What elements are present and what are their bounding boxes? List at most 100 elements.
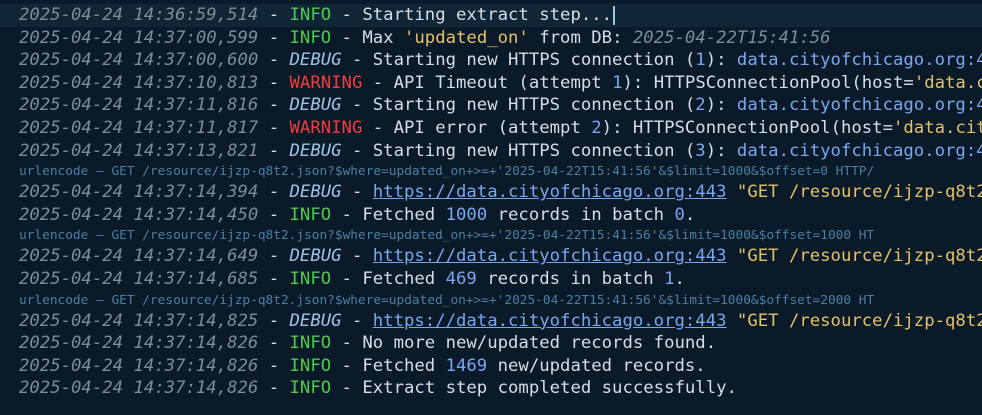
number-token: 3: [695, 140, 706, 161]
log-timestamp: 2025-04-24 14:37:11,817: [19, 117, 259, 138]
log-level: DEBUG: [289, 95, 342, 116]
number-token: 2: [591, 117, 602, 138]
log-line: 2025-04-24 14:37:14,394 - DEBUG - https:…: [0, 181, 982, 204]
wrapped-url-line: urlencode — GET /resource/ijzp-q8t2.json…: [19, 292, 875, 308]
log-separator: -: [341, 182, 373, 203]
log-separator: -: [331, 333, 363, 354]
log-separator: -: [258, 5, 290, 25]
host-string: 'data.cityc: [893, 117, 982, 138]
log-timestamp: 2025-04-24 14:37:14,826: [19, 333, 259, 354]
log-separator: -: [341, 246, 373, 267]
log-line: 2025-04-24 14:37:14,685 - INFO - Fetched…: [0, 268, 982, 291]
log-level: INFO: [289, 333, 332, 354]
log-separator: -: [341, 310, 373, 331]
log-message: [727, 311, 737, 331]
log-message: Fetched: [362, 204, 446, 225]
log-timestamp: 2025-04-24 14:37:14,685: [19, 268, 259, 289]
log-separator: -: [362, 117, 394, 138]
log-separator: -: [258, 72, 290, 93]
log-separator: -: [331, 378, 363, 399]
log-level: INFO: [289, 5, 332, 25]
log-separator: -: [258, 95, 290, 116]
log-message: API error (attempt: [393, 117, 592, 138]
log-level: WARNING: [289, 117, 363, 138]
log-message: .: [674, 268, 685, 289]
log-message: Starting new HTTPS connection (: [372, 140, 696, 161]
log-timestamp: 2025-04-24 14:37:00,600: [19, 50, 259, 71]
log-separator: -: [331, 268, 363, 289]
log-separator: -: [258, 268, 290, 289]
log-message: records in batch: [476, 268, 665, 289]
log-timestamp: 2025-04-24 14:37:11,816: [19, 95, 259, 116]
log-level: WARNING: [289, 72, 363, 93]
log-level: INFO: [289, 268, 332, 289]
url-link[interactable]: https://data.cityofchicago.org:443: [373, 246, 727, 266]
log-lines: 2025-04-24 14:36:59,514 - INFO - Startin…: [0, 4, 982, 400]
log-message: ):: [705, 95, 737, 116]
quoted-string: 'updated_on': [403, 27, 529, 48]
log-separator: -: [258, 246, 290, 267]
log-separator: -: [331, 27, 363, 48]
log-separator: -: [362, 72, 394, 93]
log-separator: -: [258, 117, 290, 138]
log-message: Max: [362, 27, 404, 48]
log-level: DEBUG: [289, 182, 342, 203]
log-line: 2025-04-24 14:37:11,817 - WARNING - API …: [0, 117, 982, 140]
url-link[interactable]: https://data.cityofchicago.org:443: [373, 182, 727, 202]
number-token: 1000: [445, 204, 488, 225]
log-level: DEBUG: [289, 140, 342, 161]
log-message: [727, 246, 737, 266]
log-line: 2025-04-24 14:37:14,826 - INFO - Fetched…: [0, 355, 982, 378]
log-separator: -: [258, 378, 290, 399]
log-timestamp: 2025-04-24 14:37:14,649: [19, 246, 259, 267]
log-message: Extract step completed successfully.: [362, 378, 737, 399]
log-separator: -: [258, 355, 290, 376]
log-message: new/updated records.: [487, 355, 706, 376]
log-timestamp: 2025-04-24 14:37:13,821: [19, 140, 259, 161]
url-link[interactable]: https://data.cityofchicago.org:443: [373, 311, 727, 331]
host-token: data.cityofchicago.org: [736, 95, 966, 116]
log-level: INFO: [289, 355, 332, 376]
log-separator: -: [341, 50, 373, 71]
log-line: 2025-04-24 14:37:00,600 - DEBUG - Starti…: [0, 49, 982, 72]
number-token: 2: [695, 95, 706, 116]
text-cursor: [613, 5, 616, 25]
log-message: Fetched: [362, 268, 446, 289]
number-token: 469: [445, 268, 477, 289]
terminal-log-view[interactable]: 2025-04-24 14:36:59,514 - INFO - Startin…: [0, 0, 982, 415]
log-message: Starting new HTTPS connection (: [372, 50, 696, 71]
host-string: 'data.cit: [913, 72, 982, 93]
log-separator: -: [258, 182, 290, 203]
number-token: 1: [695, 50, 706, 71]
log-level: DEBUG: [289, 246, 342, 267]
log-line: 2025-04-24 14:37:00,599 - INFO - Max 'up…: [0, 27, 982, 50]
log-timestamp: 2025-04-24 14:37:14,450: [19, 204, 259, 225]
log-line: 2025-04-24 14:37:13,821 - DEBUG - Starti…: [0, 140, 982, 163]
log-timestamp: 2025-04-24 14:37:00,599: [19, 27, 259, 48]
host-token: data.cityofchicago.org: [736, 140, 966, 161]
request-string: "GET /resource/ijzp-q8t2.j: [736, 246, 982, 267]
log-message: ): HTTPSConnectionPool(host=: [601, 117, 893, 138]
log-message: No more new/updated records found.: [362, 333, 717, 354]
log-level: INFO: [289, 204, 332, 225]
log-separator: -: [258, 310, 290, 331]
log-message: ):: [705, 140, 737, 161]
log-level: INFO: [289, 378, 332, 399]
log-message: ): HTTPSConnectionPool(host=: [622, 72, 914, 93]
log-value-timestamp: 2025-04-22T15:41:56: [632, 27, 831, 48]
log-line: 2025-04-24 14:37:14,649 - DEBUG - https:…: [0, 245, 982, 268]
log-line: 2025-04-24 14:37:14,825 - DEBUG - https:…: [0, 310, 982, 333]
log-message: Starting new HTTPS connection (: [372, 95, 696, 116]
log-message: .: [684, 204, 696, 225]
log-timestamp: 2025-04-24 14:37:14,826: [19, 355, 259, 376]
number-token: :443: [965, 95, 982, 116]
request-string: "GET /resource/ijzp-q8t2.j: [736, 310, 982, 331]
wrapped-url-line: urlencode — GET /resource/ijzp-q8t2.json…: [19, 164, 875, 180]
log-message: Fetched: [362, 355, 446, 376]
log-timestamp: 2025-04-24 14:37:10,813: [19, 72, 259, 93]
log-line: 2025-04-24 14:37:14,450 - INFO - Fetched…: [0, 204, 982, 227]
log-timestamp: 2025-04-24 14:36:59,514: [19, 5, 259, 25]
log-line: 2025-04-24 14:37:14,826 - INFO - Extract…: [0, 377, 982, 400]
log-level: DEBUG: [289, 310, 342, 331]
log-level: DEBUG: [289, 50, 342, 71]
